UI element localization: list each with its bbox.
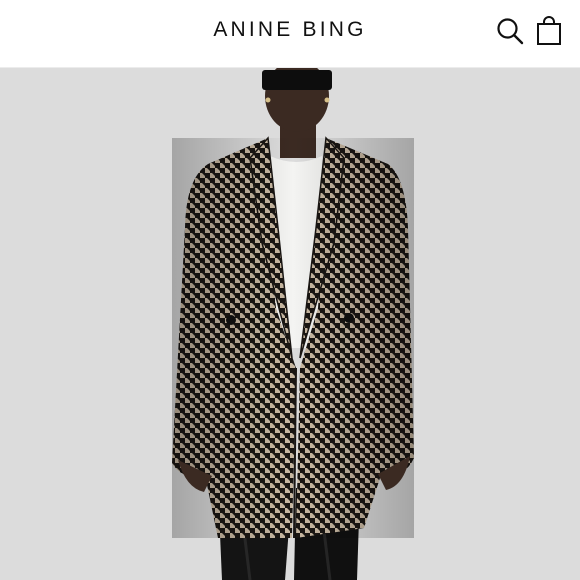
- model-photo: [0, 68, 580, 580]
- product-hero-image[interactable]: [0, 68, 580, 580]
- brand-logo[interactable]: ANINE BING: [0, 18, 580, 42]
- shopping-bag-icon: [537, 16, 561, 45]
- search-icon: [497, 18, 524, 45]
- search-button[interactable]: [495, 16, 525, 46]
- cart-button[interactable]: [534, 16, 564, 46]
- site-header: ANINE BING: [0, 0, 580, 68]
- product-page: ANINE BING: [0, 0, 580, 580]
